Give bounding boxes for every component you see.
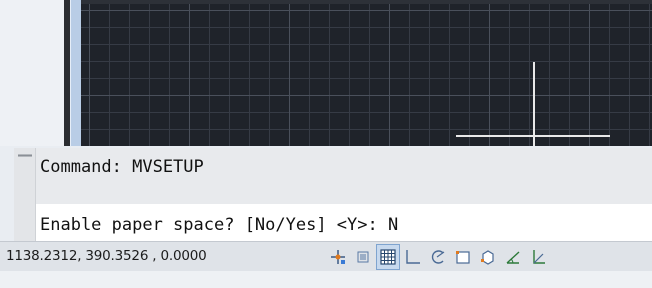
snap-icon [331, 250, 345, 264]
polar-icon [431, 250, 445, 264]
object-snap-icon [456, 251, 470, 264]
major-grid [81, 4, 652, 146]
3d-object-snap-icon [481, 250, 494, 265]
infer-constraints-icon [357, 251, 369, 263]
drawing-canvas[interactable] [81, 0, 652, 146]
dynamic-ucs-icon [533, 250, 545, 264]
polar-toggle[interactable] [426, 244, 450, 270]
grip-dots-icon [18, 154, 32, 157]
infer-constraints-toggle[interactable] [351, 244, 375, 270]
command-prompt: Enable paper space? [No/Yes] <Y>: [40, 215, 388, 235]
ortho-icon [406, 250, 420, 264]
dynamic-ucs-toggle[interactable] [526, 244, 550, 270]
snap-toggle[interactable] [326, 244, 350, 270]
object-snap-tracking-toggle[interactable] [501, 244, 525, 270]
command-history: Command: MVSETUP [36, 148, 652, 204]
vertical-scrollbar[interactable] [70, 0, 81, 146]
command-input[interactable]: N [388, 215, 398, 235]
object-snap-toggle[interactable] [451, 244, 475, 270]
command-history-line: Command: MVSETUP [40, 157, 204, 177]
command-line[interactable]: Enable paper space? [No/Yes] <Y>: N [36, 212, 652, 240]
bottom-strip [0, 271, 652, 288]
object-snap-tracking-icon [506, 251, 520, 264]
drafting-toggles [326, 244, 550, 270]
command-window-grip[interactable] [14, 148, 36, 241]
3d-object-snap-toggle[interactable] [476, 244, 500, 270]
ortho-toggle[interactable] [401, 244, 425, 270]
grid-icon [380, 249, 396, 265]
status-bar: 1138.2312, 390.3526 , 0.0000 [0, 241, 652, 271]
coordinate-readout[interactable]: 1138.2312, 390.3526 , 0.0000 [6, 248, 207, 264]
crosshair-vertical [533, 62, 535, 146]
left-frame [0, 0, 64, 146]
crosshair-horizontal [456, 135, 610, 137]
grid-toggle[interactable] [376, 244, 400, 270]
